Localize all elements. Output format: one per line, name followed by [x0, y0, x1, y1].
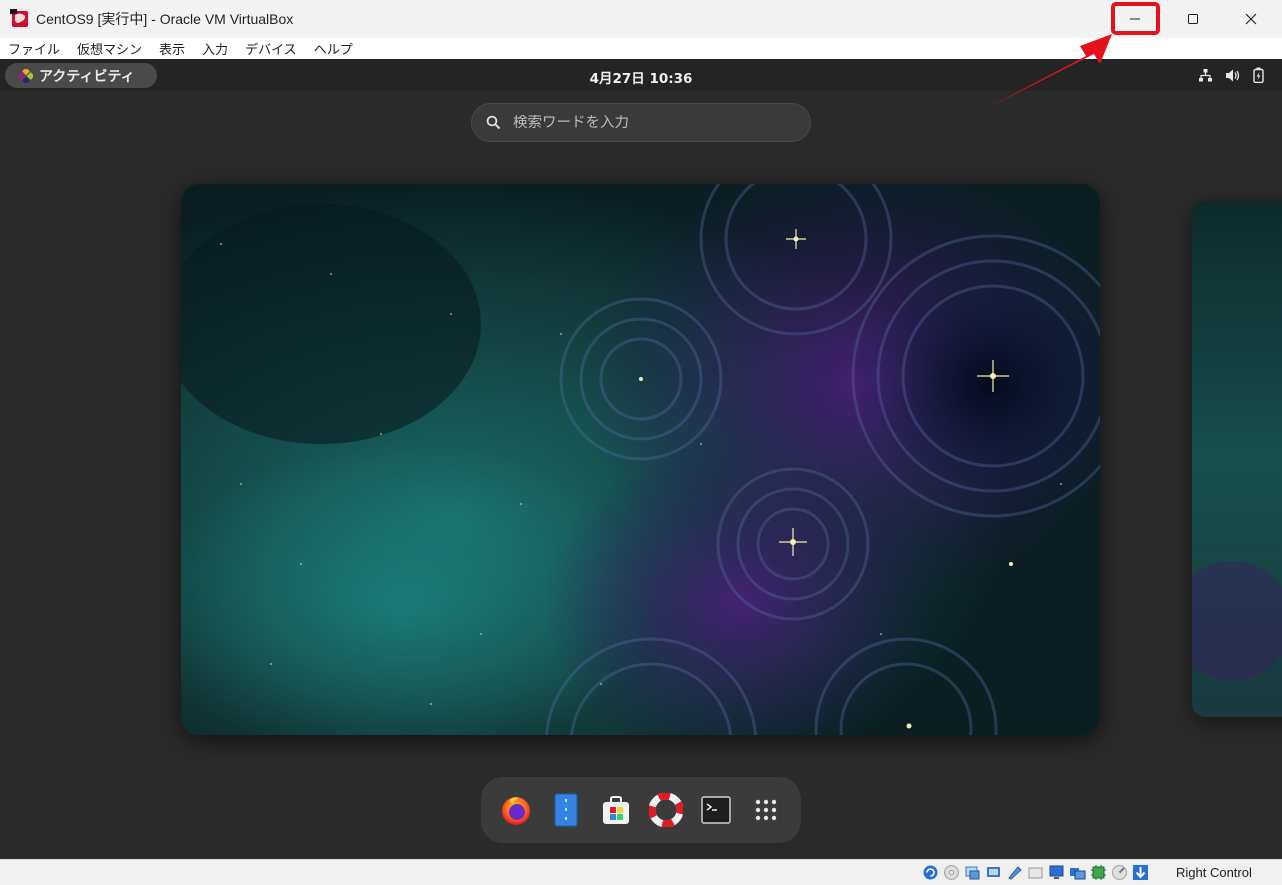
recording-icon [1070, 868, 1086, 880]
virtualbox-app-icon[interactable] [10, 9, 30, 29]
menu-devices[interactable]: デバイス [245, 39, 297, 58]
wallpaper-peek-image [1192, 201, 1282, 717]
dock-firefox[interactable] [494, 788, 538, 832]
search-input[interactable] [513, 114, 773, 131]
network-icon [1199, 68, 1212, 81]
menu-help[interactable]: ヘルプ [314, 39, 353, 58]
display-indicator[interactable] [1047, 863, 1066, 882]
clock[interactable]: 4月27日 10:36 [0, 67, 1282, 87]
menu-view[interactable]: 表示 [159, 39, 185, 58]
gnome-top-bar: アクティビティ 4月27日 10:36 [0, 59, 1282, 91]
close-icon [1245, 13, 1257, 25]
host-key-arrow-icon [1133, 865, 1148, 880]
network-adapter-indicator[interactable] [984, 863, 1003, 882]
dock-help[interactable] [644, 788, 688, 832]
software-icon [603, 796, 629, 824]
dock-software[interactable] [594, 788, 638, 832]
next-workspace-thumbnail[interactable] [1192, 201, 1282, 717]
title-bar: CentOS9 [実行中] - Oracle VM VirtualBox [0, 0, 1282, 38]
window-title: CentOS9 [実行中] - Oracle VM VirtualBox [36, 11, 294, 27]
shared-folders-indicator[interactable] [1026, 863, 1045, 882]
firefox-icon [502, 797, 530, 825]
files-icon [554, 793, 578, 827]
hard-disk-indicator[interactable] [921, 863, 940, 882]
app-grid-icon [755, 799, 777, 821]
close-button[interactable] [1222, 0, 1280, 38]
dock-files[interactable] [544, 788, 588, 832]
optical-drive-icon [944, 865, 959, 880]
vbox-status-bar: Right Control [0, 859, 1282, 885]
maximize-icon [1188, 14, 1198, 24]
wallpaper-image [181, 184, 1100, 735]
workspace-thumbnail[interactable] [181, 184, 1100, 735]
dock-show-apps[interactable] [744, 788, 788, 832]
display-icon [1049, 865, 1064, 879]
cpu-indicator[interactable] [1089, 863, 1108, 882]
minimize-highlight-box [1111, 2, 1160, 35]
menu-bar: ファイル 仮想マシン 表示 入力 デバイス ヘルプ [0, 38, 1282, 59]
host-key-label: Right Control [1176, 865, 1252, 880]
network-adapter-icon [987, 867, 1000, 877]
search-field[interactable] [471, 103, 811, 142]
optical-drive-indicator[interactable] [942, 863, 961, 882]
terminal-icon [701, 796, 731, 824]
mouse-integration-icon [1112, 865, 1127, 880]
menu-machine[interactable]: 仮想マシン [77, 39, 142, 58]
shared-folders-icon [1028, 867, 1043, 879]
system-tray[interactable] [1198, 67, 1264, 83]
battery-icon [1253, 67, 1264, 83]
usb-indicator[interactable] [1005, 863, 1024, 882]
menu-file[interactable]: ファイル [8, 39, 60, 58]
host-key-indicator[interactable] [1131, 863, 1150, 882]
audio-icon [965, 866, 980, 880]
search-icon [486, 115, 501, 130]
dash-dock [481, 777, 801, 843]
recording-indicator[interactable] [1068, 863, 1087, 882]
volume-icon [1226, 69, 1240, 81]
device-indicators [921, 863, 1150, 882]
hard-disk-icon [923, 865, 938, 880]
usb-icon [1008, 866, 1022, 880]
help-icon [649, 793, 683, 827]
audio-indicator[interactable] [963, 863, 982, 882]
maximize-button[interactable] [1164, 0, 1222, 38]
dock-terminal[interactable] [694, 788, 738, 832]
cpu-icon [1091, 865, 1106, 880]
mouse-integration-indicator[interactable] [1110, 863, 1129, 882]
guest-display[interactable]: アクティビティ 4月27日 10:36 [0, 59, 1282, 859]
menu-input[interactable]: 入力 [202, 39, 228, 58]
